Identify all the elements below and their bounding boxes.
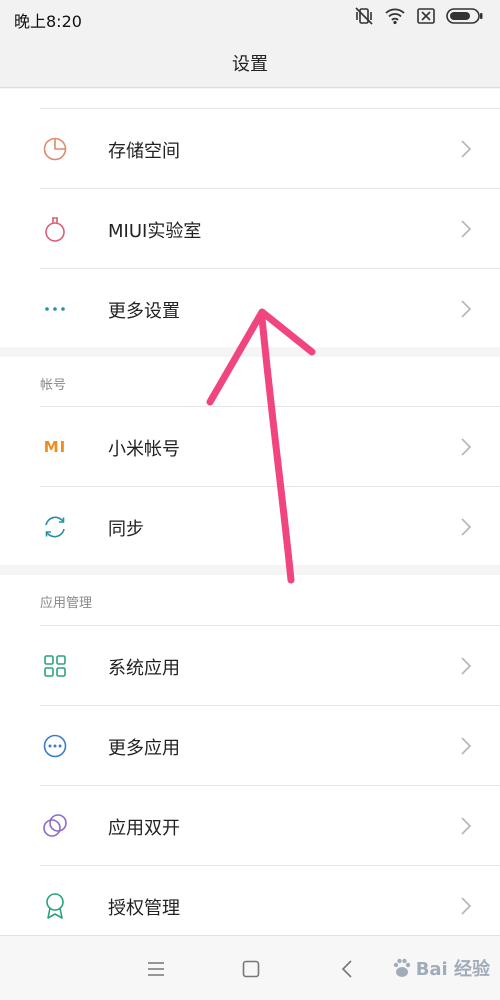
menu-icon[interactable] [141,956,171,982]
watermark-text: Bai 经验 [415,959,490,980]
chevron-right-icon [460,656,472,676]
sim-off-icon [416,7,436,29]
section-header: 帐号 [40,378,67,393]
settings-item-label: MIUI实验室 [108,221,202,242]
status-bar: 晚上8:20 [0,0,500,36]
settings-group-apps: 应用管理 系统应用 更多应用 应用双开 授权管理 [0,575,500,935]
settings-item-dual-apps[interactable]: 应用双开 [0,786,500,865]
chevron-right-icon [460,816,472,836]
settings-item-system-apps[interactable]: 系统应用 [0,626,500,705]
more-dots-icon [40,296,70,322]
chevron-right-icon [460,517,472,537]
settings-item-label: 系统应用 [108,658,180,679]
mi-logo-icon: MI [40,434,70,460]
paw-logo-icon [393,958,410,977]
chevron-right-icon [460,299,472,319]
grid-icon [40,653,70,679]
page-title: 设置 [232,54,268,75]
storage-pie-icon [40,136,70,162]
settings-item-storage[interactable]: 存储空间 [0,109,500,188]
vibrate-off-icon [354,7,374,29]
chevron-right-icon [460,139,472,159]
chevron-right-icon [460,219,472,239]
battery-icon [446,7,484,29]
settings-item-miui-lab[interactable]: MIUI实验室 [0,189,500,268]
status-time: 晚上8:20 [14,12,82,31]
watermark: Bai 经验 [392,955,490,981]
settings-item-label: 应用双开 [108,818,180,839]
back-icon[interactable] [332,956,362,982]
settings-item-label: 授权管理 [108,898,180,919]
sync-icon [40,514,70,540]
settings-item-label: 更多应用 [108,738,180,759]
chevron-right-icon [460,736,472,756]
wifi-icon [384,7,406,29]
section-header: 应用管理 [40,596,93,611]
settings-item-permissions[interactable]: 授权管理 [0,866,500,945]
settings-item-more-settings[interactable]: 更多设置 [0,269,500,348]
title-bar: 设置 [0,36,500,88]
settings-item-mi-account[interactable]: MI 小米帐号 [0,407,500,486]
dual-app-icon [40,813,70,839]
settings-group-account: 帐号 MI 小米帐号 同步 [0,357,500,565]
settings-item-sync[interactable]: 同步 [0,487,500,566]
more-circle-icon [40,733,70,759]
status-icons [354,7,484,29]
settings-item-label: 同步 [108,519,144,540]
settings-item-label: 更多设置 [108,301,180,322]
home-icon[interactable] [236,956,266,982]
chevron-right-icon [460,896,472,916]
settings-item-label: 小米帐号 [108,439,180,460]
chevron-right-icon [460,437,472,457]
flask-icon [40,216,70,242]
settings-item-label: 存储空间 [108,141,180,162]
mi-logo-text: MI [43,438,67,456]
badge-icon [40,893,70,919]
settings-group-top: 存储空间 MIUI实验室 更多设置 [0,89,500,347]
settings-item-more-apps[interactable]: 更多应用 [0,706,500,785]
